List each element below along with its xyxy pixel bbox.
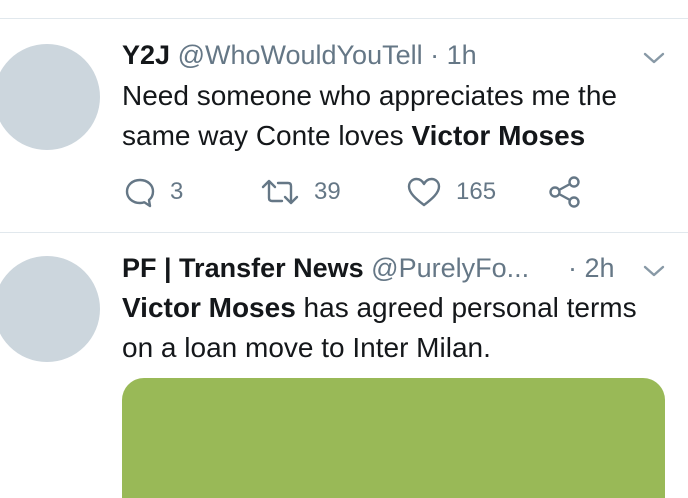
display-name[interactable]: PF | Transfer News bbox=[122, 253, 364, 283]
timestamp[interactable]: 1h bbox=[447, 40, 477, 70]
retweet-icon bbox=[261, 179, 299, 205]
like-icon bbox=[407, 177, 441, 207]
username[interactable]: @PurelyFo... bbox=[371, 253, 529, 283]
chevron-down-icon[interactable] bbox=[642, 50, 666, 66]
reply-button[interactable]: 3 bbox=[124, 172, 183, 212]
username[interactable]: @WhoWouldYouTell bbox=[178, 40, 423, 70]
display-name[interactable]: Y2J bbox=[122, 40, 170, 70]
tweet-text: Need someone who appreciates me the same… bbox=[122, 76, 672, 156]
avatar[interactable] bbox=[0, 256, 100, 362]
tweet-text-plain: has agreed personal terms bbox=[295, 292, 637, 323]
tweet-time: · 2h bbox=[568, 251, 615, 285]
retweet-count: 39 bbox=[314, 178, 341, 205]
like-button[interactable]: 165 bbox=[406, 172, 496, 212]
like-count: 165 bbox=[456, 178, 497, 205]
share-button[interactable] bbox=[548, 172, 582, 212]
reply-count: 3 bbox=[170, 178, 184, 205]
share-icon bbox=[549, 176, 580, 208]
separator: · bbox=[430, 40, 440, 70]
reply-icon bbox=[125, 178, 155, 208]
tweet-header: Y2J @WhoWouldYouTell · 1h bbox=[122, 38, 477, 72]
chevron-down-icon[interactable] bbox=[642, 263, 666, 279]
tweet-text-line: same way Conte loves Victor Moses bbox=[122, 116, 672, 156]
retweet-button[interactable]: 39 bbox=[260, 172, 341, 212]
avatar[interactable] bbox=[0, 44, 100, 150]
tweet-media-image[interactable] bbox=[122, 378, 665, 498]
tweet-text-line: Victor Moses has agreed personal terms bbox=[122, 288, 672, 328]
top-divider bbox=[0, 18, 688, 19]
tweet-header: PF | Transfer News @PurelyFo... bbox=[122, 251, 529, 285]
tweet-text-plain: same way Conte loves bbox=[122, 120, 412, 151]
separator: · bbox=[568, 253, 577, 283]
tweet-divider bbox=[0, 232, 688, 233]
tweet-text-mention: Victor Moses bbox=[122, 292, 296, 323]
tweet-text-line: on a loan move to Inter Milan. bbox=[122, 332, 491, 363]
tweet-text-mention: Victor Moses bbox=[411, 120, 586, 151]
tweet-actions: 3 39 165 bbox=[122, 172, 642, 212]
tweet-text: Victor Moses has agreed personal terms o… bbox=[122, 288, 672, 368]
tweet-text-line: Need someone who appreciates me the bbox=[122, 80, 617, 111]
timestamp[interactable]: 2h bbox=[585, 253, 615, 283]
